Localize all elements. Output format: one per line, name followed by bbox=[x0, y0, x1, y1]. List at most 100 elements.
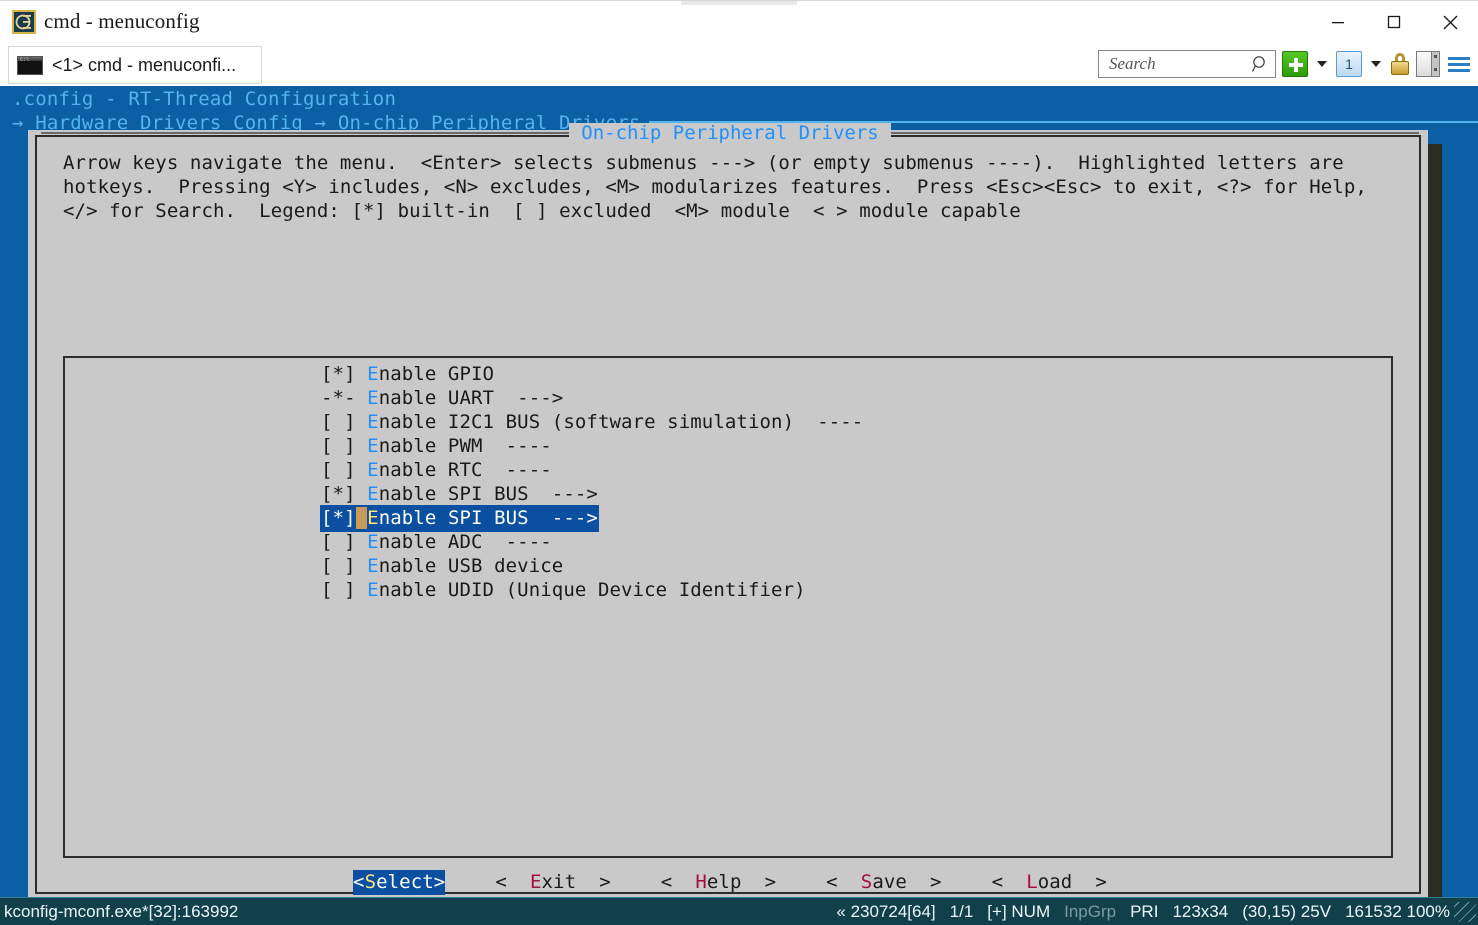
button-hotkey: S bbox=[364, 870, 377, 893]
menu-item[interactable]: [ ] Enable I2C1 BUS (software simulation… bbox=[65, 410, 1391, 434]
button-label: ave > bbox=[872, 871, 942, 893]
config-header-line: .config - RT-Thread Configuration bbox=[12, 88, 397, 110]
frame-title: On-chip Peripheral Drivers bbox=[37, 123, 1423, 143]
chevron-down-icon bbox=[1317, 61, 1327, 67]
menu-item[interactable]: [*] Enable SPI BUS ---> bbox=[65, 506, 1391, 531]
padlock-icon bbox=[1390, 51, 1410, 77]
menu-listbox[interactable]: [*] Enable GPIO -*- Enable UART --->[ ] E… bbox=[63, 356, 1393, 858]
menu-item-label: nable ADC ---- bbox=[378, 531, 552, 553]
menu-item-checkbox: [ ] bbox=[321, 435, 368, 457]
menu-item-label: nable GPIO bbox=[378, 363, 495, 385]
menu-button[interactable] bbox=[1446, 49, 1472, 79]
menu-item-label: nable PWM ---- bbox=[378, 435, 552, 457]
button-hotkey: H bbox=[695, 871, 707, 893]
menu-item-hotkey: E bbox=[367, 483, 379, 505]
toolbar: 1 bbox=[1098, 44, 1472, 84]
menu-item-hotkey: E bbox=[367, 387, 379, 409]
button-bracket-left: < bbox=[826, 871, 861, 893]
hamburger-menu-icon bbox=[1446, 51, 1472, 77]
window-title: cmd - menuconfig bbox=[44, 9, 200, 33]
app-window: cmd - menuconfig <1> cmd - menuconfi... bbox=[0, 0, 1478, 925]
menu-item[interactable]: [ ] Enable USB device bbox=[65, 554, 1391, 578]
status-pages: 1/1 bbox=[949, 901, 974, 921]
menu-item-checkbox: [ ] bbox=[321, 555, 368, 577]
menu-item-checkbox: [ ] bbox=[321, 459, 368, 481]
status-bar: kconfig-mconf.exe*[32]:163992 « 230724[6… bbox=[0, 897, 1478, 925]
menu-item-label: nable SPI BUS ---> bbox=[378, 483, 598, 505]
maximize-icon[interactable] bbox=[1366, 1, 1422, 43]
menu-list: [*] Enable GPIO -*- Enable UART --->[ ] E… bbox=[65, 362, 1391, 602]
menu-item-checkbox: [ ] bbox=[321, 531, 368, 553]
tab-number-button[interactable]: 1 bbox=[1336, 49, 1362, 79]
menu-item-hotkey: E bbox=[367, 435, 379, 457]
console-area[interactable]: .config - RT-Thread Configuration → Hard… bbox=[0, 86, 1478, 897]
menu-item-hotkey: E bbox=[367, 507, 379, 529]
menu-item[interactable]: [ ] Enable ADC ---- bbox=[65, 530, 1391, 554]
new-tab-dropdown[interactable] bbox=[1314, 51, 1330, 77]
search-box[interactable] bbox=[1098, 50, 1276, 78]
menu-item[interactable]: [ ] Enable PWM ---- bbox=[65, 434, 1391, 458]
menu-item-hotkey: E bbox=[367, 579, 379, 601]
menu-item-checkbox: [*] bbox=[321, 483, 368, 505]
dialog-button-bar: <Select> < Exit > < Help > < Save > < Load > bbox=[37, 867, 1423, 897]
close-icon[interactable] bbox=[1422, 1, 1478, 43]
status-codepage: « 230724[64] bbox=[836, 901, 936, 921]
tab-dropdown[interactable] bbox=[1368, 51, 1384, 77]
status-input-group: InpGrp bbox=[1064, 901, 1117, 921]
dialog-button-elp[interactable]: < Help > bbox=[661, 871, 776, 893]
button-label: oad > bbox=[1037, 871, 1107, 893]
menu-item-selection: [*] Enable SPI BUS ---> bbox=[321, 506, 598, 531]
menu-item-label: nable RTC ---- bbox=[378, 459, 552, 481]
dialog-frame: On-chip Peripheral Drivers Arrow keys na… bbox=[35, 123, 1423, 897]
split-panel-button[interactable] bbox=[1416, 49, 1440, 79]
status-size: 123x34 bbox=[1172, 901, 1229, 921]
console-window-icon bbox=[17, 55, 43, 75]
menu-item-label: nable UART ---> bbox=[378, 387, 564, 409]
dialog-button-oad[interactable]: < Load > bbox=[992, 871, 1107, 893]
status-cursor: (30,15) 25V bbox=[1242, 901, 1332, 921]
menu-item-label: nable I2C1 BUS (software simulation) ---… bbox=[378, 411, 864, 433]
menu-item-hotkey: E bbox=[367, 363, 379, 385]
menu-item-checkbox: [*] bbox=[321, 363, 368, 385]
chevron-down-icon bbox=[1371, 61, 1381, 67]
menu-item[interactable]: [*] Enable SPI BUS ---> bbox=[65, 482, 1391, 506]
button-bracket-left: < bbox=[991, 871, 1027, 893]
button-bracket-left: < bbox=[353, 870, 365, 893]
menu-item-hotkey: E bbox=[367, 531, 379, 553]
menu-item-label: nable USB device bbox=[378, 555, 564, 577]
dialog-button-xit[interactable]: < Exit > bbox=[495, 871, 610, 893]
menu-item-hotkey: E bbox=[367, 411, 379, 433]
frame-title-text: On-chip Peripheral Drivers bbox=[569, 123, 891, 143]
status-memory: 161532 100% bbox=[1345, 901, 1450, 921]
button-hotkey: E bbox=[529, 871, 542, 893]
menu-item[interactable]: -*- Enable UART ---> bbox=[65, 386, 1391, 410]
tab-cmd-menuconfig[interactable]: <1> cmd - menuconfi... bbox=[8, 46, 262, 84]
search-input[interactable] bbox=[1107, 53, 1247, 75]
menu-item-checkbox: -*- bbox=[321, 387, 368, 409]
button-hotkey: L bbox=[1026, 871, 1038, 893]
menuconfig-dialog: On-chip Peripheral Drivers Arrow keys na… bbox=[28, 123, 1428, 897]
menu-item-label: nable UDID (Unique Device Identifier) bbox=[378, 579, 806, 601]
menu-item-checkbox: [ ] bbox=[321, 579, 368, 601]
magnifier-icon bbox=[1251, 55, 1270, 79]
dialog-button-ave[interactable]: < Save > bbox=[826, 871, 941, 893]
menu-item[interactable]: [ ] Enable RTC ---- bbox=[65, 458, 1391, 482]
minimize-icon[interactable] bbox=[1310, 1, 1366, 43]
menu-item-checkbox: [ ] bbox=[321, 411, 368, 433]
new-tab-button[interactable] bbox=[1282, 49, 1308, 79]
button-bracket-left: < bbox=[495, 871, 530, 893]
button-label: elect> bbox=[376, 870, 446, 893]
menu-item-label: nable SPI BUS ---> bbox=[378, 507, 598, 529]
button-label: xit > bbox=[541, 871, 611, 893]
menu-item[interactable]: [*] Enable GPIO bbox=[65, 362, 1391, 386]
dialog-button-elect[interactable]: <Select> bbox=[353, 869, 446, 895]
status-indicators: « 230724[64] 1/1 [+] NUM InpGrp PRI 123x… bbox=[836, 902, 1450, 922]
menu-item[interactable]: [ ] Enable UDID (Unique Device Identifie… bbox=[65, 578, 1391, 602]
status-insert-num: [+] NUM bbox=[987, 901, 1051, 921]
tab-number-icon: 1 bbox=[1336, 51, 1362, 77]
text-cursor bbox=[355, 507, 368, 529]
resize-grip-icon[interactable] bbox=[1454, 902, 1476, 922]
lock-button[interactable] bbox=[1390, 49, 1410, 79]
window-titlebar: cmd - menuconfig bbox=[0, 0, 1478, 42]
window-controls bbox=[1310, 1, 1478, 43]
